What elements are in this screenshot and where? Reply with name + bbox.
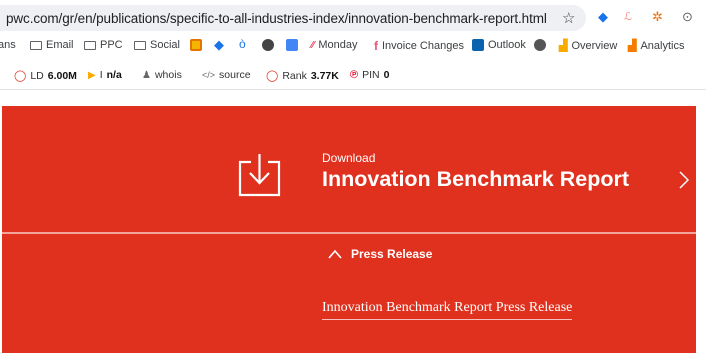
press-release-link[interactable]: Innovation Benchmark Report Press Releas… <box>322 300 573 320</box>
bookmark-outlook[interactable]: Outlook <box>472 39 526 51</box>
download-banner[interactable]: Download Innovation Benchmark Report <box>2 106 696 232</box>
bar-chart-icon: ▟ <box>559 40 568 52</box>
seo-whois[interactable]: ♟ whois <box>142 69 182 81</box>
bookmark-invoice-changes[interactable]: f Invoice Changes <box>374 39 464 53</box>
bookmark-item[interactable]: ◆ <box>214 37 224 53</box>
blue-diamond-icon: ◆ <box>214 37 224 52</box>
bookmark-item[interactable]: ans <box>0 39 16 51</box>
folder-icon <box>30 40 42 50</box>
folder-icon <box>84 40 96 50</box>
browser-address-bar: pwc.com/gr/en/publications/specific-to-a… <box>0 0 706 34</box>
play-icon: ▶ <box>88 69 96 81</box>
bookmark-folder-email[interactable]: Email <box>30 39 74 51</box>
chevron-right-icon[interactable] <box>678 170 690 190</box>
bookmark-folder-ppc[interactable]: PPC <box>84 39 123 51</box>
bookmark-item[interactable]: ò <box>239 37 246 51</box>
person-icon: ♟ <box>142 69 151 81</box>
bookmark-star-icon[interactable]: ☆ <box>562 9 575 27</box>
bookmark-item[interactable] <box>534 39 546 51</box>
url-text[interactable]: pwc.com/gr/en/publications/specific-to-a… <box>6 11 547 26</box>
report-title[interactable]: Innovation Benchmark Report <box>322 167 629 192</box>
folder-icon <box>134 40 146 50</box>
press-release-section: Press Release Innovation Benchmark Repor… <box>2 234 696 353</box>
orange-square-icon <box>190 39 202 51</box>
bookmark-analytics[interactable]: ▟ Analytics <box>628 39 685 53</box>
press-release-toggle[interactable]: Press Release <box>351 247 432 261</box>
monday-icon: ⁄⁄ <box>311 39 315 51</box>
bookmark-item[interactable] <box>190 39 202 51</box>
seo-pin[interactable]: ℗ PIN 0 <box>350 69 389 81</box>
seo-index[interactable]: ▶ In/a <box>88 69 122 81</box>
blue-b-icon: ò <box>239 37 246 51</box>
dark-circle-w-icon <box>262 39 274 51</box>
ld-circle-icon: ◯ <box>14 70 27 82</box>
pink-f-icon: f <box>374 39 378 53</box>
globe-icon <box>534 39 546 51</box>
bookmark-folder-social[interactable]: Social <box>134 39 180 51</box>
seo-rank[interactable]: ◯ Rank 3.77K <box>266 69 339 83</box>
seo-toolbar: ◯ LD 6.00M ▶ In/a ♟ whois </> source ◯ Ra… <box>0 58 706 90</box>
download-icon <box>238 154 281 197</box>
chevron-up-icon[interactable] <box>328 249 342 259</box>
download-eyebrow: Download <box>322 151 376 165</box>
bookmark-monday[interactable]: ⁄⁄ Monday <box>311 39 357 51</box>
seo-ld[interactable]: ◯ LD 6.00M <box>14 69 77 83</box>
extension-icon[interactable]: ℒ <box>624 9 632 25</box>
outlook-icon <box>472 39 484 51</box>
puzzle-extension-icon[interactable]: ✲ <box>652 9 663 25</box>
bookmark-item[interactable] <box>286 39 298 51</box>
bookmark-item[interactable] <box>262 39 274 51</box>
bookmark-overview[interactable]: ▟ Overview <box>559 39 617 53</box>
code-icon: </> <box>202 70 216 80</box>
pinterest-icon: ℗ <box>350 69 359 81</box>
analytics-icon: ▟ <box>628 40 637 52</box>
search-extension-icon[interactable]: ⊙ <box>682 9 693 25</box>
rank-circle-icon: ◯ <box>266 70 279 82</box>
seo-source[interactable]: </> source <box>202 69 251 81</box>
tag-extension-icon[interactable]: ◆ <box>598 9 608 25</box>
bookmarks-bar: ans Email PPC Social ◆ ò ⁄⁄ Monday f Invoi… <box>0 34 706 58</box>
blue-doc-icon <box>286 39 298 51</box>
